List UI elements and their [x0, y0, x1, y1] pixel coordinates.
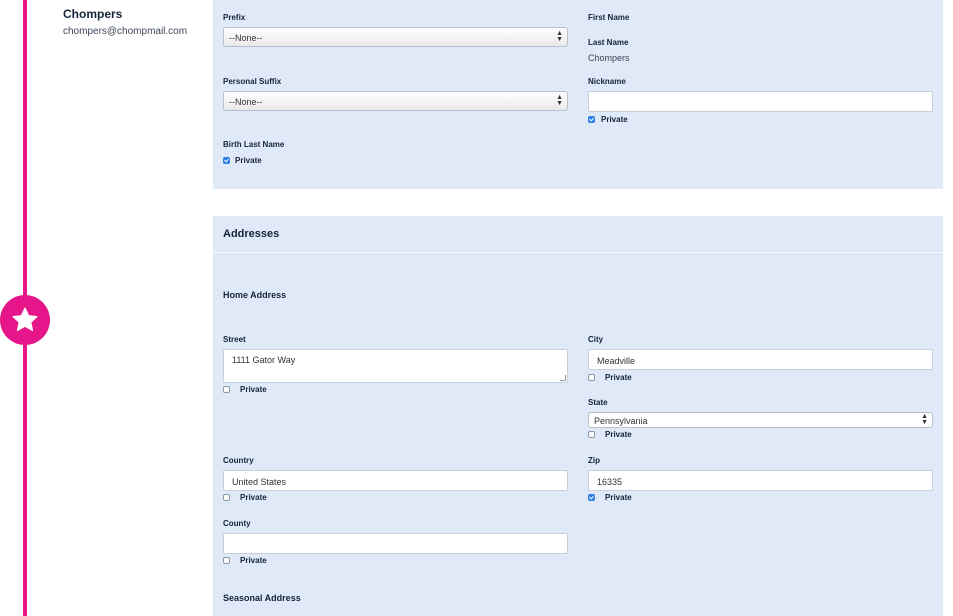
nickname-label: Nickname: [588, 77, 626, 86]
country-label: Country: [223, 456, 254, 465]
addresses-title: Addresses: [223, 228, 280, 240]
select-arrows-icon: ▲ ▼: [556, 94, 563, 107]
prefix-label: Prefix: [223, 13, 246, 22]
birth-last-name-label: Birth Last Name: [223, 140, 285, 149]
private-label: Private: [605, 373, 632, 382]
private-label: Private: [235, 156, 262, 165]
personal-suffix-select[interactable]: --None-- ▲ ▼: [223, 91, 568, 111]
nickname-private-checkbox[interactable]: [588, 116, 595, 123]
county-label: County: [223, 519, 251, 528]
zip-private-checkbox[interactable]: [588, 494, 595, 501]
prefix-select[interactable]: --None-- ▲ ▼: [223, 27, 568, 47]
state-private-checkbox[interactable]: [588, 431, 595, 438]
state-label: State: [588, 398, 608, 407]
city-private-checkbox[interactable]: [588, 374, 595, 381]
select-arrows-icon: ▲ ▼: [556, 30, 563, 43]
private-label: Private: [605, 493, 632, 502]
country-private-checkbox[interactable]: [223, 494, 230, 501]
profile-email: chompers@chompmail.com: [63, 26, 188, 37]
private-label: Private: [240, 493, 267, 502]
street-textarea[interactable]: 1111 Gator Way: [223, 349, 568, 383]
personal-suffix-label: Personal Suffix: [223, 77, 282, 86]
private-label: Private: [240, 556, 267, 565]
name-panel: Prefix --None-- ▲ ▼ Personal Suffix --Non…: [213, 0, 943, 189]
street-value: 1111 Gator Way: [232, 355, 296, 365]
county-private-checkbox[interactable]: [223, 557, 230, 564]
select-arrows-icon: ▲ ▼: [921, 413, 928, 426]
zip-label: Zip: [588, 456, 600, 465]
profile-name: Chompers: [63, 7, 123, 21]
personal-suffix-value: --None--: [229, 97, 263, 107]
zip-input[interactable]: 16335: [588, 470, 933, 491]
addresses-header: Addresses: [213, 216, 943, 253]
resize-grip-icon[interactable]: [560, 375, 566, 381]
street-label: Street: [223, 335, 246, 344]
private-label: Private: [605, 430, 632, 439]
street-private-checkbox[interactable]: [223, 386, 230, 393]
home-address-title: Home Address: [223, 290, 287, 300]
prefix-value: --None--: [229, 33, 263, 43]
seasonal-address-title: Seasonal Address: [223, 593, 301, 603]
last-name-label: Last Name: [588, 38, 629, 47]
state-value: Pennsylvania: [594, 416, 648, 426]
birth-last-name-private-checkbox[interactable]: [223, 157, 230, 164]
last-name-value: Chompers: [588, 53, 630, 63]
timeline-marker: [0, 295, 50, 345]
city-label: City: [588, 335, 604, 344]
star-icon: [12, 307, 38, 332]
city-input[interactable]: Meadville: [588, 349, 933, 370]
state-select[interactable]: Pennsylvania ▲ ▼: [588, 412, 933, 428]
country-input[interactable]: United States: [223, 470, 568, 491]
addresses-panel: Addresses Home Address Street 1111 Gator…: [213, 216, 943, 616]
county-input[interactable]: [223, 533, 568, 554]
nickname-input[interactable]: [588, 91, 933, 112]
private-label: Private: [601, 115, 628, 124]
first-name-label: First Name: [588, 13, 630, 22]
private-label: Private: [240, 385, 267, 394]
